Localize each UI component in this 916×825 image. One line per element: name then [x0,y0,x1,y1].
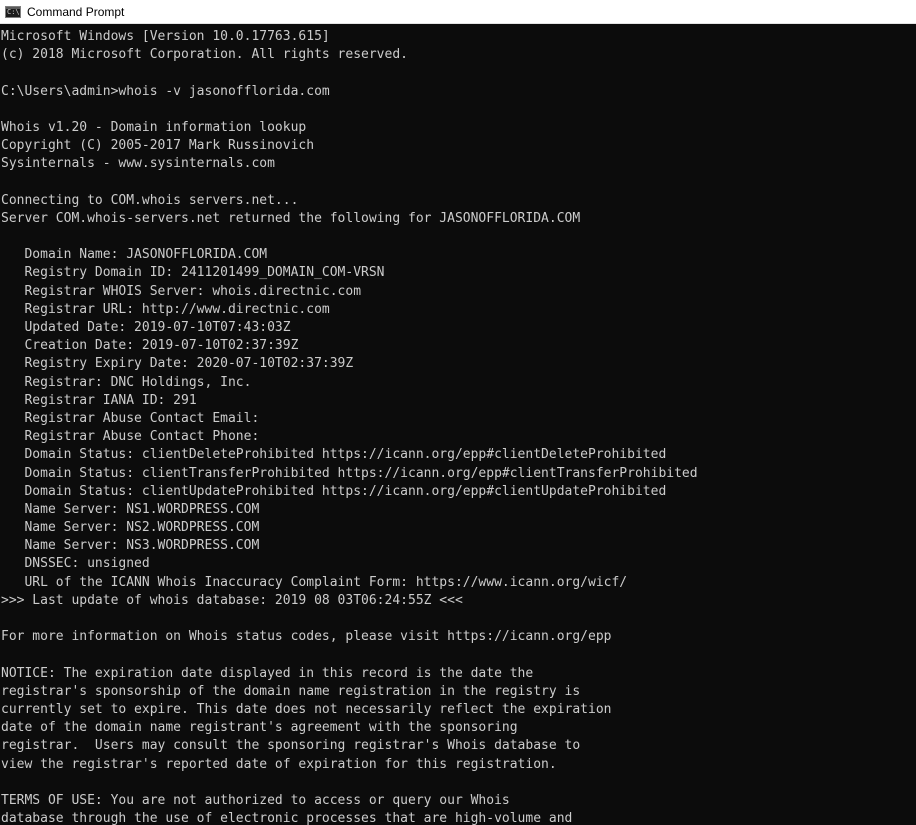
console-line: currently set to expire. This date does … [1,701,612,717]
console-line: registrar. Users may consult the sponsor… [1,738,581,754]
console-line: Domain Name: JASONOFFLORIDA.COM [1,247,268,263]
console-line: Whois v1.20 - Domain information lookup [1,119,307,135]
console-line: Name Server: NS3.WORDPRESS.COM [1,538,260,554]
console-line: URL of the ICANN Whois Inaccuracy Compla… [1,574,628,590]
console-line: Registrar: DNC Holdings, Inc. [1,374,252,390]
console-output[interactable]: Microsoft Windows [Version 10.0.17763.61… [0,24,916,825]
console-line: Registrar URL: http://www.directnic.com [1,301,330,317]
console-line: Domain Status: clientDeleteProhibited ht… [1,447,667,463]
console-line: Registry Domain ID: 2411201499_DOMAIN_CO… [1,265,385,281]
console-line: registrar's sponsorship of the domain na… [1,683,581,699]
console-line: Registrar Abuse Contact Phone: [1,429,260,445]
console-line: Domain Status: clientUpdateProhibited ht… [1,483,667,499]
console-line: Registrar IANA ID: 291 [1,392,197,408]
console-line: NOTICE: The expiration date displayed in… [1,665,534,681]
console-line: Name Server: NS2.WORDPRESS.COM [1,520,260,536]
console-line: Registry Expiry Date: 2020-07-10T02:37:3… [1,356,354,372]
console-line: >>> Last update of whois database: 2019 … [1,592,463,608]
window-title: Command Prompt [27,4,125,19]
console-line: Registrar WHOIS Server: whois.directnic.… [1,283,362,299]
console-line: (c) 2018 Microsoft Corporation. All righ… [1,47,408,63]
console-line: view the registrar's reported date of ex… [1,756,557,772]
console-line: Copyright (C) 2005-2017 Mark Russinovich [1,138,315,154]
console-line: For more information on Whois status cod… [1,629,612,645]
console-line: Sysinternals - www.sysinternals.com [1,156,275,172]
console-line: database through the use of electronic p… [1,811,573,825]
console-line: Microsoft Windows [Version 10.0.17763.61… [1,29,330,44]
title-bar[interactable]: C:\ Command Prompt [0,0,916,24]
console-line: Server COM.whois-servers.net returned th… [1,210,581,226]
cmd-icon: C:\ [5,5,21,18]
console-line: TERMS OF USE: You are not authorized to … [1,792,510,808]
console-line: Connecting to COM.whois servers.net... [1,192,299,208]
console-line: C:\Users\admin>whois -v jasonofflorida.c… [1,83,330,99]
console-line: Name Server: NS1.WORDPRESS.COM [1,501,260,517]
console-line: DNSSEC: unsigned [1,556,150,572]
command-prompt-window: C:\ Command Prompt Microsoft Windows [Ve… [0,0,916,825]
console-line: Registrar Abuse Contact Email: [1,410,260,426]
console-line: Updated Date: 2019-07-10T07:43:03Z [1,320,291,335]
console-line: Domain Status: clientTransferProhibited … [1,465,698,481]
console-line: Creation Date: 2019-07-10T02:37:39Z [1,338,299,354]
console-line: date of the domain name registrant's agr… [1,720,518,736]
